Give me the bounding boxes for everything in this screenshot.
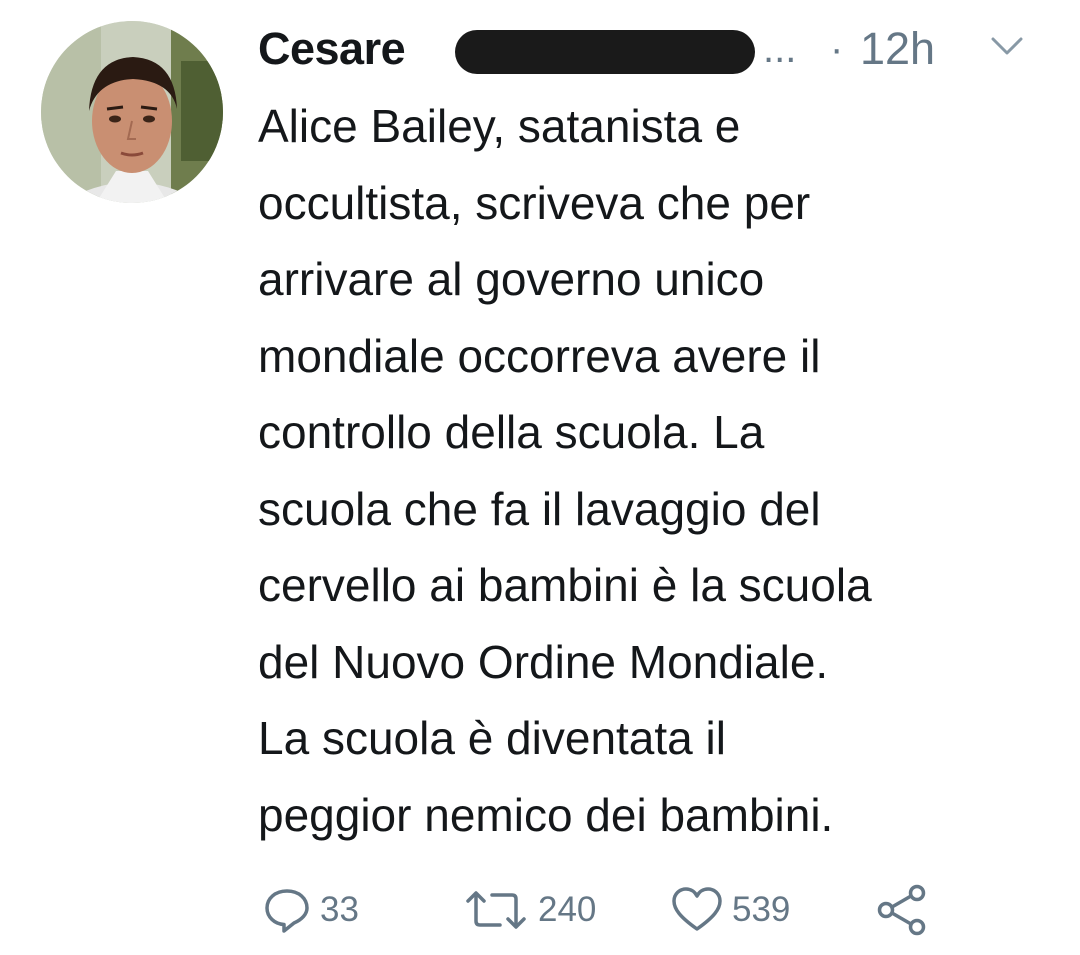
like-button[interactable]: 539 xyxy=(670,880,790,940)
retweet-icon xyxy=(466,891,526,929)
tweet-text-line: del Nuovo Ordine Mondiale. xyxy=(258,635,829,688)
timestamp[interactable]: 12h xyxy=(860,22,935,76)
tweet-header: Cesare ... · 12h xyxy=(258,22,1058,76)
tweet-text-line: arrivare al governo unico xyxy=(258,253,765,305)
redacted-handle xyxy=(455,30,755,74)
tweet-text-line: scuola che fa il lavaggio del xyxy=(258,482,821,535)
tweet-text-line: mondiale occorreva avere il xyxy=(258,329,821,382)
tweet-text-line: La scuola è diventata il xyxy=(258,712,726,764)
reply-button[interactable]: 33 xyxy=(262,880,359,940)
avatar-photo xyxy=(41,21,223,203)
avatar[interactable] xyxy=(41,21,223,203)
tweet-text-line: controllo della scuola. La xyxy=(258,406,765,458)
handle-ellipsis: ... xyxy=(763,27,797,71)
heart-icon xyxy=(672,887,722,931)
tweet-text-line: occultista, scriveva che per xyxy=(258,176,811,229)
reply-count: 33 xyxy=(320,890,359,929)
reply-icon xyxy=(265,889,309,933)
separator-dot: · xyxy=(830,27,844,71)
chevron-down-icon[interactable] xyxy=(990,34,1024,58)
share-button[interactable] xyxy=(874,880,930,940)
display-name[interactable]: Cesare xyxy=(258,22,406,76)
tweet-text: Alice Bailey, satanista e occultista, sc… xyxy=(258,88,1058,853)
tweet-text-line: Alice Bailey, satanista e xyxy=(258,100,741,152)
tweet-text-line: peggior nemico dei bambini. xyxy=(258,788,834,841)
tweet-actions: 33 240 539 xyxy=(262,880,1042,940)
tweet-card[interactable]: Cesare ... · 12h Alice Bailey, satanista… xyxy=(0,0,1080,955)
tweet-text-line: cervello ai bambini è la scuola xyxy=(258,559,872,611)
share-icon xyxy=(877,884,926,936)
like-count: 539 xyxy=(732,890,791,929)
retweet-button[interactable]: 240 xyxy=(462,880,596,940)
retweet-count: 240 xyxy=(538,890,597,929)
